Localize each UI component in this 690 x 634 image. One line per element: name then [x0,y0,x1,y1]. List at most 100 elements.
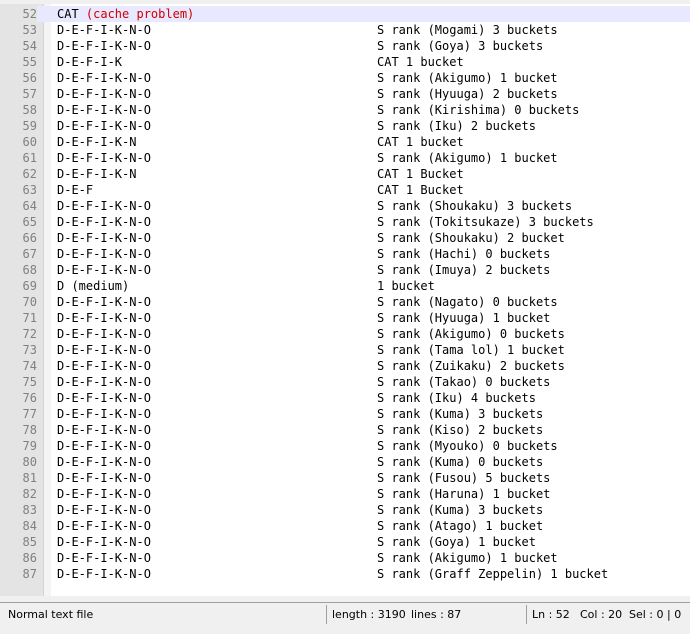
editor-line[interactable]: 75 D-E-F-I-K-N-O S rank (Takao) 0 buckets [0,374,690,390]
line-result-text: S rank (Iku) 4 buckets [377,391,536,405]
editor-line[interactable]: 78 D-E-F-I-K-N-O S rank (Kiso) 2 buckets [0,422,690,438]
editor-line[interactable]: 73 D-E-F-I-K-N-O S rank (Tama lol) 1 bucke… [0,342,690,358]
editor-line[interactable]: 66 D-E-F-I-K-N-O S rank (Shoukaku) 2 bucke… [0,230,690,246]
line-code-text: D-E-F-I-K-N-O [57,486,151,502]
line-result-text: S rank (Mogami) 3 buckets [377,23,558,37]
line-code-text: D-E-F-I-K-N-O [57,38,151,54]
editor-line[interactable]: 74 D-E-F-I-K-N-O S rank (Zuikaku) 2 bucket… [0,358,690,374]
editor-line[interactable]: 57 D-E-F-I-K-N-O S rank (Hyuuga) 2 buckets [0,86,690,102]
editor-line[interactable]: 86 D-E-F-I-K-N-O S rank (Akigumo) 1 bucket [0,550,690,566]
line-number: 61 [22,151,37,165]
line-number: 60 [22,135,37,149]
line-code-text: D-E-F-I-K-N-O [57,342,151,358]
line-number: 62 [22,167,37,181]
editor-line[interactable]: 80 D-E-F-I-K-N-O S rank (Kuma) 0 buckets [0,454,690,470]
editor-line[interactable]: 54 D-E-F-I-K-N-O S rank (Goya) 3 buckets [0,38,690,54]
line-code-text: D-E-F-I-K-N [57,166,136,182]
line-result-text: CAT 1 Bucket [377,167,464,181]
code-text: D-E-F-I-K-N-O [57,103,151,117]
editor-line[interactable]: 64 D-E-F-I-K-N-O S rank (Shoukaku) 3 bucke… [0,198,690,214]
editor-line[interactable]: 81 D-E-F-I-K-N-O S rank (Fusou) 5 buckets [0,470,690,486]
line-code-text: D-E-F-I-K-N-O [57,438,151,454]
line-number: 72 [22,327,37,341]
code-text: D-E-F-I-K-N-O [57,471,151,485]
editor-line[interactable]: 62 D-E-F-I-K-N CAT 1 Bucket [0,166,690,182]
editor-line[interactable]: 58 D-E-F-I-K-N-O S rank (Kirishima) 0 buck… [0,102,690,118]
status-length: length : 3190 [332,608,406,621]
editor-line[interactable]: 84 D-E-F-I-K-N-O S rank (Atago) 1 bucket [0,518,690,534]
status-col: Col : 20 [580,608,623,621]
editor-line[interactable]: 55 D-E-F-I-K CAT 1 bucket [0,54,690,70]
line-number: 84 [22,519,37,533]
code-text: D-E-F-I-K-N-O [57,247,151,261]
editor-line[interactable]: 85 D-E-F-I-K-N-O S rank (Goya) 1 bucket [0,534,690,550]
line-number: 81 [22,471,37,485]
line-result-text: S rank (Tokitsukaze) 3 buckets [377,215,594,229]
line-result-text: CAT 1 Bucket [377,183,464,197]
line-result-text: S rank (Akigumo) 1 bucket [377,551,558,565]
line-number: 78 [22,423,37,437]
line-result-text: S rank (Kuma) 0 buckets [377,455,544,469]
editor-line[interactable]: 70 D-E-F-I-K-N-O S rank (Nagato) 0 buckets [0,294,690,310]
editor-line[interactable]: 63 D-E-F CAT 1 Bucket [0,182,690,198]
line-result-text: S rank (Hyuuga) 1 bucket [377,311,551,325]
line-number: 79 [22,439,37,453]
line-result-text: S rank (Graff Zeppelin) 1 bucket [377,567,609,581]
editor-line[interactable]: 77 D-E-F-I-K-N-O S rank (Kuma) 3 buckets [0,406,690,422]
editor-line[interactable]: 71 D-E-F-I-K-N-O S rank (Hyuuga) 1 bucket [0,310,690,326]
line-number: 57 [22,87,37,101]
code-text: D-E-F [57,183,94,197]
line-result-text: S rank (Hachi) 0 buckets [377,247,551,261]
status-lines: lines : 87 [411,608,462,621]
editor-line[interactable]: 79 D-E-F-I-K-N-O S rank (Myouko) 0 buckets [0,438,690,454]
code-text: D-E-F-I-K-N [57,135,137,149]
editor-line[interactable]: 83 D-E-F-I-K-N-O S rank (Kuma) 3 buckets [0,502,690,518]
line-code-text: D-E-F-I-K-N-O [57,470,151,486]
code-text: D-E-F-I-K-N-O [57,359,151,373]
line-number: 58 [22,103,37,117]
line-result-text: CAT 1 bucket [377,55,464,69]
line-number: 80 [22,455,37,469]
editor-line[interactable]: 53 D-E-F-I-K-N-O S rank (Mogami) 3 buckets [0,22,690,38]
editor-line[interactable]: 65 D-E-F-I-K-N-O S rank (Tokitsukaze) 3 bu… [0,214,690,230]
line-code-text: D-E-F-I-K-N-O [57,70,151,86]
line-result-text: S rank (Shoukaku) 2 bucket [377,231,565,245]
line-code-text: D-E-F-I-K-N-O [57,390,151,406]
line-number: 59 [22,119,37,133]
editor-line[interactable]: 52 CAT (cache problem) [0,6,690,22]
line-number: 54 [22,39,37,53]
line-code-text: D-E-F-I-K-N-O [57,566,151,582]
editor-line[interactable]: 67 D-E-F-I-K-N-O S rank (Hachi) 0 buckets [0,246,690,262]
editor-line[interactable]: 61 D-E-F-I-K-N-O S rank (Akigumo) 1 bucket [0,150,690,166]
line-code-text: D-E-F-I-K-N-O [57,198,151,214]
line-code-text: D-E-F-I-K-N-O [57,150,151,166]
editor-line[interactable]: 76 D-E-F-I-K-N-O S rank (Iku) 4 buckets [0,390,690,406]
line-result-text: 1 bucket [377,279,435,293]
code-text: D (medium) [57,279,130,293]
line-result-text: S rank (Kuma) 3 buckets [377,407,544,421]
line-code-text: D-E-F-I-K-N-O [57,326,151,342]
editor-line[interactable]: 87 D-E-F-I-K-N-O S rank (Graff Zeppelin) 1… [0,566,690,582]
line-number: 63 [22,183,37,197]
code-text: D-E-F-I-K-N-O [57,119,151,133]
editor-line[interactable]: 72 D-E-F-I-K-N-O S rank (Akigumo) 0 bucket… [0,326,690,342]
editor-line[interactable]: 69 D (medium) 1 bucket [0,278,690,294]
text-editor-area[interactable]: 52 CAT (cache problem) 53 D-E-F-I-K-N-O S ra… [0,4,690,596]
line-result-text: S rank (Myouko) 0 buckets [377,439,558,453]
editor-line[interactable]: 60 D-E-F-I-K-N CAT 1 bucket [0,134,690,150]
code-text: D-E-F-I-K-N-O [57,407,151,421]
code-text: D-E-F-I-K-N-O [57,551,151,565]
editor-line[interactable]: 68 D-E-F-I-K-N-O S rank (Imuya) 2 buckets [0,262,690,278]
status-sel: Sel : 0 | 0 [629,608,682,621]
editor-line[interactable]: 59 D-E-F-I-K-N-O S rank (Iku) 2 buckets [0,118,690,134]
code-text: D-E-F-I-K-N-O [57,199,151,213]
line-result-text: S rank (Akigumo) 1 bucket [377,151,558,165]
editor-line[interactable]: 82 D-E-F-I-K-N-O S rank (Haruna) 1 bucket [0,486,690,502]
code-text: D-E-F-I-K-N-O [57,455,151,469]
code-text: D-E-F-I-K-N-O [57,215,151,229]
line-code-text: CAT (cache problem) [57,6,194,22]
line-code-text: D-E-F-I-K-N-O [57,262,151,278]
line-number: 74 [22,359,37,373]
line-number: 87 [22,567,37,581]
editor-line[interactable]: 56 D-E-F-I-K-N-O S rank (Akigumo) 1 bucket [0,70,690,86]
